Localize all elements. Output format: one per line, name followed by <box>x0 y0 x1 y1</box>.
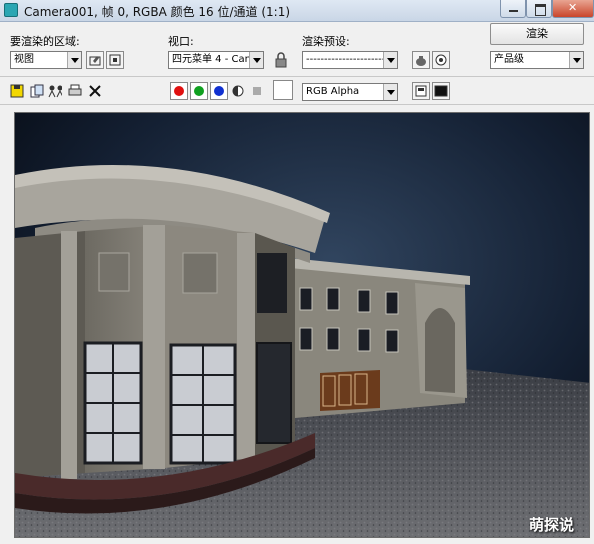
teapot-icon <box>416 56 426 66</box>
rendered-image <box>15 113 589 537</box>
quality-select-value: 产品级 <box>494 54 524 65</box>
environment-button[interactable] <box>432 51 450 69</box>
blue-channel-icon <box>214 86 224 96</box>
monitor-icon <box>434 85 448 97</box>
display-toggle-button[interactable] <box>432 82 450 100</box>
render-button[interactable]: 渲染 <box>490 23 584 45</box>
minimize-button[interactable] <box>500 0 526 18</box>
window-title: Camera001, 帧 0, RGBA 颜色 16 位/通道 (1:1) <box>24 5 291 19</box>
area-select[interactable]: 视图 <box>10 51 82 69</box>
preset-select[interactable]: ---------------------- <box>302 51 398 69</box>
environment-icon <box>435 54 447 66</box>
lock-icon <box>275 52 287 68</box>
print-icon[interactable] <box>68 84 82 98</box>
save-icon[interactable] <box>10 84 24 98</box>
chevron-down-icon <box>249 52 263 68</box>
quality-select[interactable]: 产品级 <box>490 51 584 69</box>
copy-icon[interactable] <box>30 84 44 98</box>
separator <box>0 76 594 77</box>
render-setup-button[interactable] <box>412 51 430 69</box>
chevron-down-icon <box>67 52 81 68</box>
color-swatch[interactable] <box>273 80 293 100</box>
app-icon <box>4 3 18 17</box>
edit-region-icon <box>89 56 101 66</box>
green-channel-icon <box>194 86 204 96</box>
chevron-down-icon <box>383 84 397 100</box>
clone-icon[interactable] <box>48 84 62 98</box>
region-select-icon <box>109 54 121 66</box>
blue-channel-toggle[interactable] <box>210 82 228 100</box>
title-bar: Camera001, 帧 0, RGBA 颜色 16 位/通道 (1:1) <box>0 0 594 22</box>
viewport-select-value: 四元菜单 4 - Can <box>172 54 251 65</box>
preset-select-value: ---------------------- <box>306 54 386 65</box>
green-channel-toggle[interactable] <box>190 82 208 100</box>
lock-button[interactable] <box>272 51 290 69</box>
chevron-down-icon <box>383 52 397 68</box>
alpha-channel-icon[interactable] <box>232 84 244 98</box>
channel-select[interactable]: RGB Alpha <box>302 83 398 101</box>
toggle-toolbar-button[interactable] <box>412 82 430 100</box>
panel-icon <box>415 85 427 97</box>
viewport-select[interactable]: 四元菜单 4 - Can <box>168 51 264 69</box>
preset-label: 渲染预设: <box>302 35 350 48</box>
mono-icon[interactable] <box>252 86 262 96</box>
channel-select-value: RGB Alpha <box>306 86 360 97</box>
red-channel-toggle[interactable] <box>170 82 188 100</box>
clear-icon[interactable] <box>88 84 102 98</box>
edit-region-button[interactable] <box>86 51 104 69</box>
chevron-down-icon <box>569 52 583 68</box>
separator <box>0 104 594 105</box>
area-select-value: 视图 <box>14 54 34 65</box>
red-channel-icon <box>174 86 184 96</box>
auto-region-button[interactable] <box>106 51 124 69</box>
watermark: 萌探说 <box>529 516 575 534</box>
render-viewport[interactable] <box>14 112 590 538</box>
close-button[interactable] <box>552 0 594 18</box>
maximize-button[interactable] <box>526 0 552 18</box>
viewport-label: 视口: <box>168 35 194 48</box>
area-label: 要渲染的区域: <box>10 35 80 48</box>
